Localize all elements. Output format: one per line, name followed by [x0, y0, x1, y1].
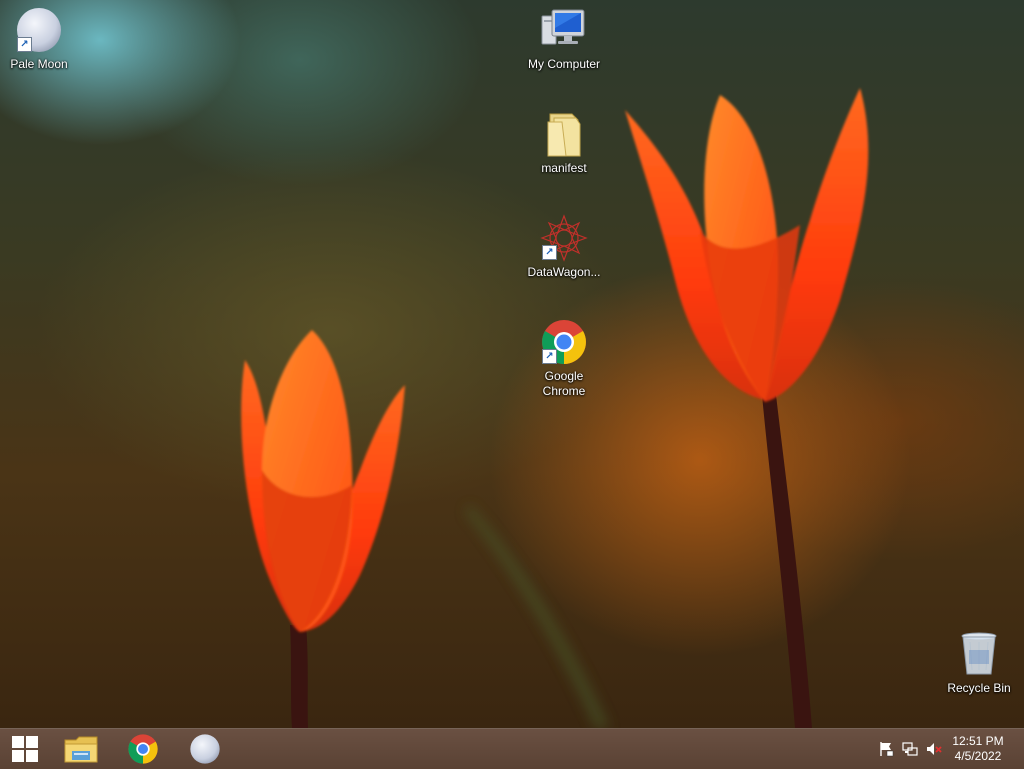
- shortcut-arrow-icon: ↗: [542, 245, 557, 260]
- desktop-icon-label: Recycle Bin: [947, 681, 1011, 695]
- datawagon-icon: ↗: [540, 214, 588, 262]
- computer-icon: [540, 6, 588, 54]
- system-tray: 12:51 PM 4/5/2022: [864, 729, 1024, 769]
- desktop-icon-label: manifest: [541, 161, 587, 175]
- taskbar-file-explorer-button[interactable]: [56, 729, 106, 769]
- pale-moon-icon: ↗: [15, 6, 63, 54]
- pale-moon-icon: [190, 734, 220, 764]
- wallpaper-tulips: [241, 88, 869, 728]
- desktop-icon-my-computer[interactable]: My Computer: [522, 6, 606, 72]
- desktop-icon-datawagon[interactable]: ↗ DataWagon...: [522, 214, 606, 280]
- shortcut-arrow-icon: ↗: [17, 37, 32, 52]
- clock-time: 12:51 PM: [952, 734, 1004, 748]
- desktop-icon-recycle-bin[interactable]: Recycle Bin: [937, 630, 1021, 696]
- tulip-stem: [762, 395, 812, 728]
- desktop-icon-label: My Computer: [527, 57, 601, 71]
- recycle-bin-icon: [955, 630, 1003, 678]
- chrome-icon: [128, 734, 158, 764]
- windows-logo-icon: [12, 736, 38, 762]
- desktop[interactable]: ↗ Pale Moon My Computer manifest ↗ DataW…: [0, 0, 1024, 728]
- action-center-flag-icon[interactable]: [878, 741, 894, 757]
- desktop-icon-label: Google Chrome: [542, 369, 586, 398]
- taskbar: 12:51 PM 4/5/2022: [0, 728, 1024, 769]
- folder-icon: [540, 110, 588, 158]
- tulip-left: [241, 330, 405, 632]
- desktop-icon-pale-moon[interactable]: ↗ Pale Moon: [0, 6, 81, 72]
- start-button[interactable]: [0, 729, 50, 769]
- tulip-right: [625, 88, 869, 402]
- folder-icon: [64, 736, 98, 763]
- taskbar-pale-moon-button[interactable]: [180, 729, 230, 769]
- desktop-icon-google-chrome[interactable]: ↗ Google Chrome: [522, 318, 606, 399]
- network-icon[interactable]: [902, 741, 918, 757]
- taskbar-clock[interactable]: 12:51 PM 4/5/2022: [948, 734, 1008, 764]
- shortcut-arrow-icon: ↗: [542, 349, 557, 364]
- taskbar-chrome-button[interactable]: [118, 729, 168, 769]
- desktop-icon-label: DataWagon...: [527, 265, 601, 279]
- desktop-icon-manifest-folder[interactable]: manifest: [522, 110, 606, 176]
- desktop-icon-label: Pale Moon: [10, 57, 68, 71]
- clock-date: 4/5/2022: [954, 749, 1002, 763]
- volume-muted-icon[interactable]: [926, 741, 942, 757]
- chrome-icon: ↗: [540, 318, 588, 366]
